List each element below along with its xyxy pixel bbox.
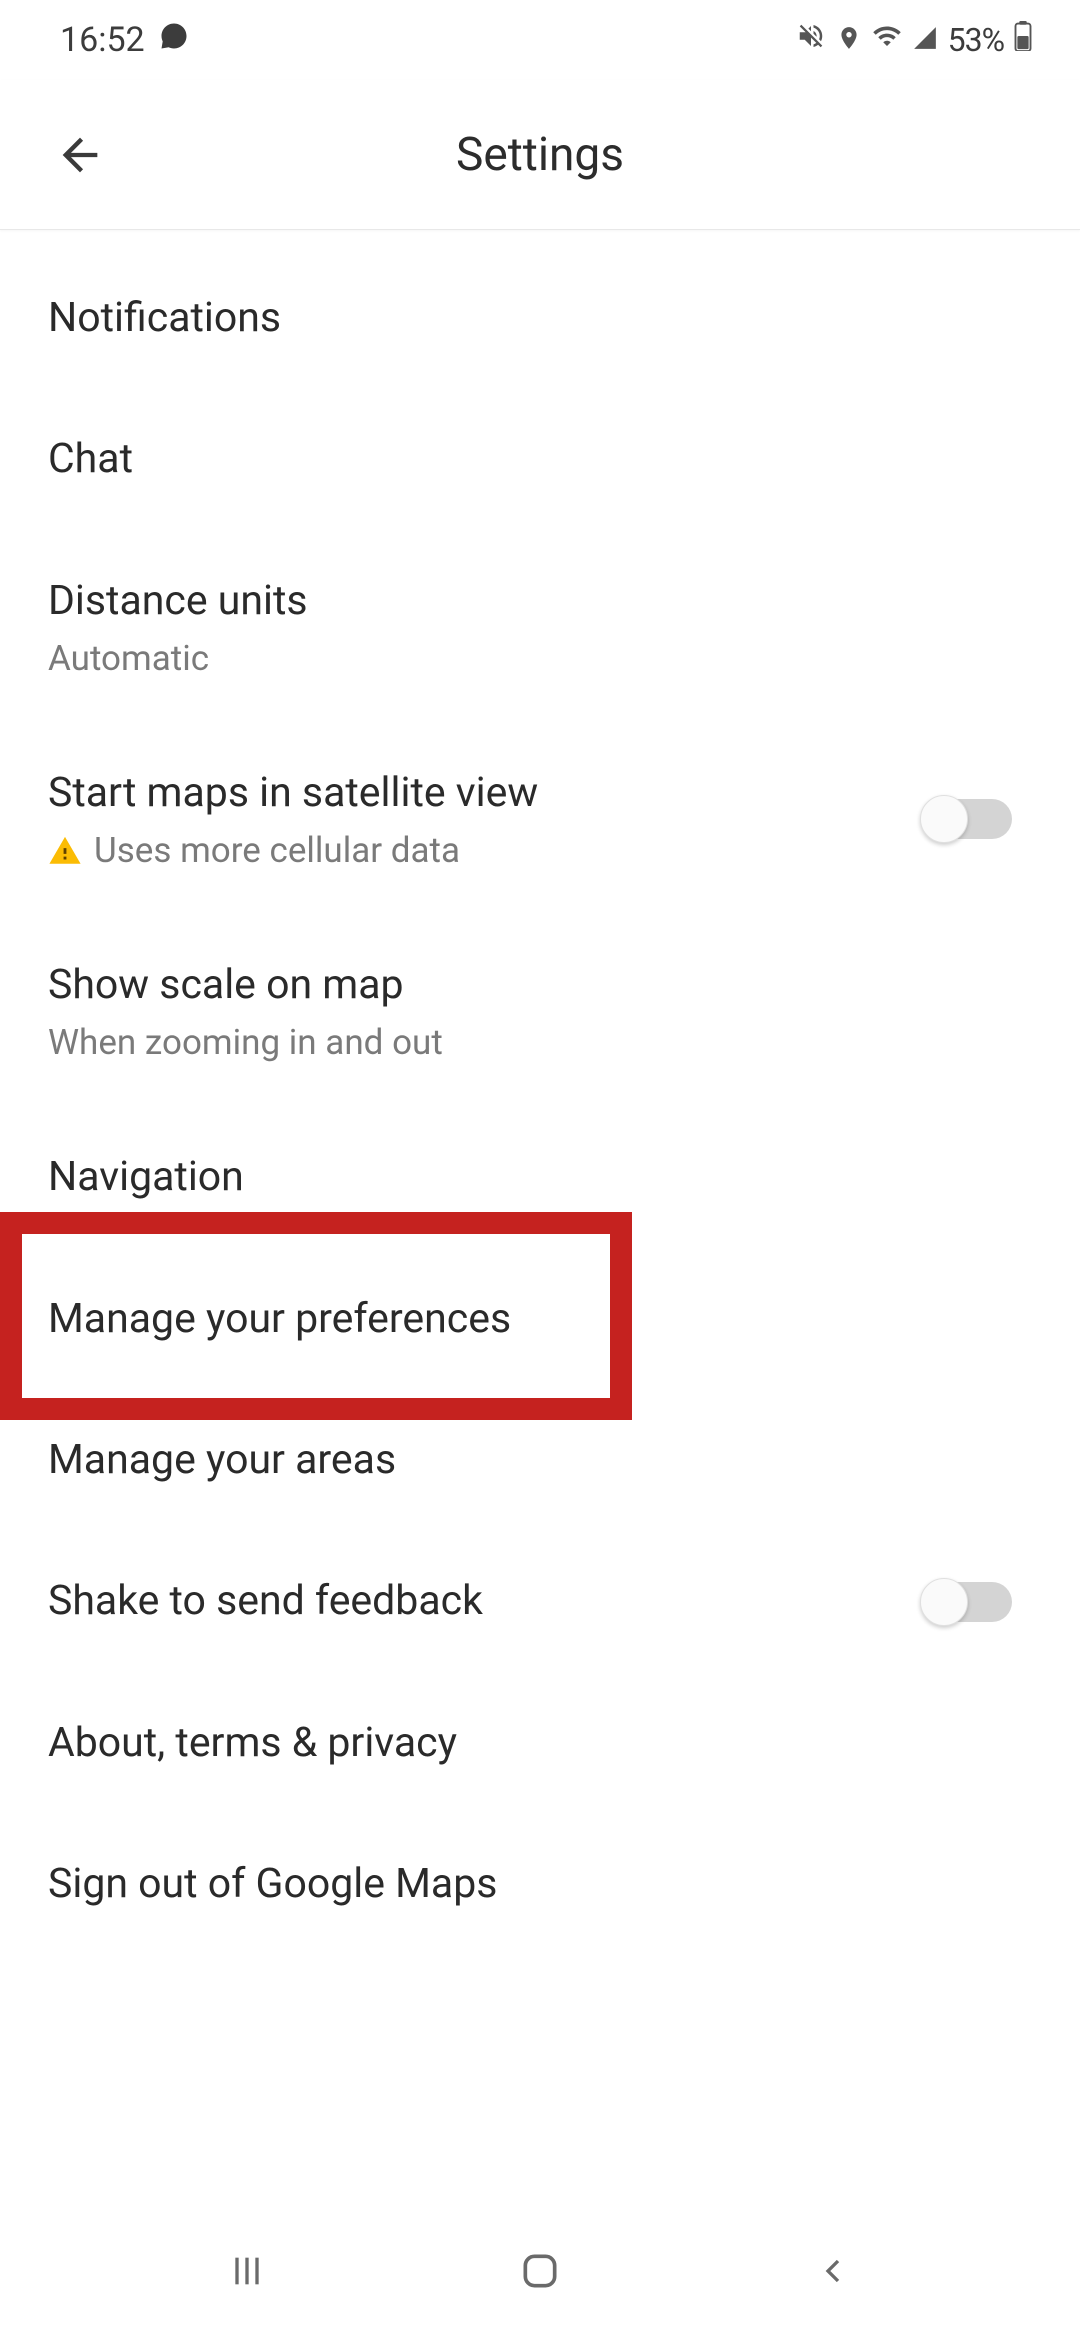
status-left: 16:52: [60, 20, 189, 60]
setting-subtitle: Automatic: [48, 638, 1032, 679]
cellular-signal-icon: [912, 20, 938, 60]
battery-percentage: 53%: [948, 21, 1004, 59]
location-icon: [836, 20, 862, 60]
wifi-icon: [872, 20, 902, 60]
toggle-knob: [920, 1578, 968, 1626]
setting-title: Chat: [48, 433, 1032, 486]
arrow-left-icon: [54, 129, 106, 181]
setting-subtitle: When zooming in and out: [48, 1022, 1032, 1063]
system-nav-bar: [0, 2202, 1080, 2340]
setting-title: Show scale on map: [48, 959, 1032, 1012]
setting-satellite-view[interactable]: Start maps in satellite view Uses more c…: [0, 723, 1080, 915]
setting-manage-areas[interactable]: Manage your areas: [0, 1390, 1080, 1531]
status-time: 16:52: [60, 20, 145, 60]
toggle-knob: [920, 795, 968, 843]
setting-manage-preferences[interactable]: Manage your preferences: [0, 1249, 1080, 1390]
home-button[interactable]: [510, 2241, 570, 2301]
recents-button[interactable]: [217, 2241, 277, 2301]
setting-title: Shake to send feedback: [48, 1575, 924, 1628]
setting-title: Manage your preferences: [48, 1293, 1032, 1346]
setting-title: Manage your areas: [48, 1434, 1032, 1487]
status-right: 53%: [796, 20, 1032, 60]
setting-shake-feedback[interactable]: Shake to send feedback: [0, 1531, 1080, 1672]
chat-bubble-icon: [159, 20, 189, 60]
satellite-view-toggle[interactable]: [924, 799, 1012, 839]
setting-subtitle: Uses more cellular data: [48, 830, 924, 871]
page-title: Settings: [110, 128, 970, 182]
app-bar: Settings: [0, 80, 1080, 230]
battery-icon: [1014, 20, 1032, 60]
setting-title: Distance units: [48, 575, 1032, 628]
setting-navigation[interactable]: Navigation: [0, 1107, 1080, 1248]
setting-title: Start maps in satellite view: [48, 767, 924, 820]
setting-about[interactable]: About, terms & privacy: [0, 1673, 1080, 1814]
status-bar: 16:52 53%: [0, 0, 1080, 80]
setting-title: Sign out of Google Maps: [48, 1858, 1032, 1911]
back-button[interactable]: [50, 125, 110, 185]
setting-title: Navigation: [48, 1151, 1032, 1204]
setting-chat[interactable]: Chat: [0, 389, 1080, 530]
settings-list: Notifications Chat Distance units Automa…: [0, 230, 1080, 1955]
shake-feedback-toggle[interactable]: [924, 1582, 1012, 1622]
setting-scale-on-map[interactable]: Show scale on map When zooming in and ou…: [0, 915, 1080, 1107]
setting-title: Notifications: [48, 292, 1032, 345]
setting-title: About, terms & privacy: [48, 1717, 1032, 1770]
volume-mute-icon: [796, 20, 826, 60]
warning-icon: [48, 834, 82, 868]
setting-distance-units[interactable]: Distance units Automatic: [0, 531, 1080, 723]
setting-notifications[interactable]: Notifications: [0, 230, 1080, 389]
setting-sign-out[interactable]: Sign out of Google Maps: [0, 1814, 1080, 1955]
back-system-button[interactable]: [803, 2241, 863, 2301]
